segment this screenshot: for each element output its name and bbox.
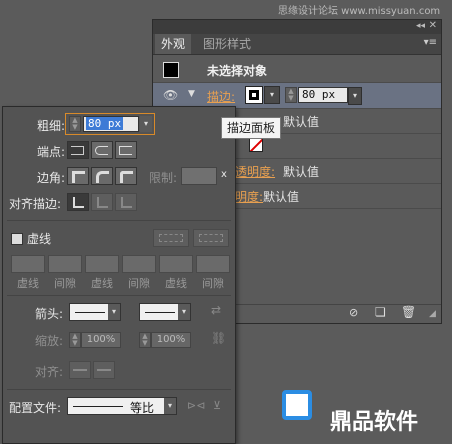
scale-start-stepper[interactable]: ▲ ▼ bbox=[69, 332, 81, 348]
gap-label: 间隙 bbox=[128, 277, 150, 290]
align-stroke-label: 对齐描边: bbox=[9, 197, 62, 211]
divider bbox=[7, 220, 231, 221]
no-fill-swatch[interactable] bbox=[249, 138, 263, 152]
scale-end-field[interactable]: 100% bbox=[151, 332, 191, 348]
row-value: 默认值 bbox=[283, 115, 320, 129]
weight-stepper[interactable]: ▲ ▼ bbox=[285, 87, 297, 103]
round-join-icon[interactable] bbox=[91, 167, 113, 185]
weight-input[interactable]: 80 px bbox=[83, 116, 139, 132]
preserve-dash-icon[interactable] bbox=[153, 229, 189, 247]
collapse-icon[interactable]: ◂◂ bbox=[416, 21, 425, 31]
close-icon[interactable]: ✕ bbox=[429, 20, 437, 31]
expand-triangle-icon[interactable]: ▼ bbox=[188, 89, 195, 99]
panel-titlebar: ◂◂ ✕ bbox=[153, 20, 441, 34]
tooltip: 描边面板 bbox=[221, 117, 282, 139]
weight-stepper[interactable]: ▲ ▼ bbox=[69, 116, 81, 132]
limit-suffix: x bbox=[221, 169, 227, 180]
align-inside-icon[interactable] bbox=[91, 193, 113, 211]
weight-label: 粗细: bbox=[37, 119, 66, 133]
miter-join-icon[interactable] bbox=[67, 167, 89, 185]
delete-item-icon[interactable]: 🗑 bbox=[401, 305, 416, 319]
opacity-label-link[interactable]: 明度: bbox=[235, 188, 263, 205]
flip-vertical-icon[interactable]: ⊻ bbox=[213, 399, 221, 412]
logo-icon bbox=[282, 390, 312, 420]
dash-field-1[interactable] bbox=[11, 255, 45, 273]
stroke-label-link[interactable]: 描边: bbox=[207, 88, 235, 105]
logo-text: 鼎品软件 bbox=[330, 410, 419, 435]
tab-graphic-styles[interactable]: 图形样式 bbox=[197, 34, 257, 54]
row-value: 默认值 bbox=[283, 165, 320, 179]
arrow-extend-icon[interactable] bbox=[69, 361, 91, 379]
limit-field[interactable] bbox=[181, 167, 217, 185]
bevel-join-icon[interactable] bbox=[115, 167, 137, 185]
title-row: 未选择对象 bbox=[153, 58, 441, 83]
scale-end-stepper[interactable]: ▲ ▼ bbox=[139, 332, 151, 348]
weight-value: 80 px bbox=[86, 117, 124, 130]
dash-label: 虚线 bbox=[165, 277, 187, 290]
corner-label: 边角: bbox=[37, 171, 66, 185]
cap-label: 端点: bbox=[37, 145, 66, 159]
dash-label: 虚线 bbox=[91, 277, 113, 290]
start-arrowhead-select[interactable]: ▾ bbox=[69, 303, 121, 321]
profile-label: 配置文件: bbox=[9, 401, 62, 415]
scale-start-field[interactable]: 100% bbox=[81, 332, 121, 348]
gap-field-3[interactable] bbox=[196, 255, 230, 273]
dropdown-arrow-icon: ▾ bbox=[108, 304, 120, 320]
stroke-panel: 粗细: ▲ ▼ 80 px ▾ 端点: 边角: 限制: x 对齐描边: 虚线 虚线… bbox=[2, 106, 236, 444]
tab-bar: 外观 图形样式 ▾≡ bbox=[153, 34, 441, 55]
link-scale-icon[interactable]: ⛓ bbox=[211, 331, 226, 345]
dashed-label: 虚线 bbox=[27, 232, 52, 246]
opacity-label-link[interactable]: 透明度: bbox=[235, 163, 275, 180]
align-outside-icon[interactable] bbox=[115, 193, 137, 211]
butt-cap-icon[interactable] bbox=[67, 141, 89, 159]
end-arrowhead-select[interactable]: ▾ bbox=[139, 303, 191, 321]
row-value: 默认值 bbox=[263, 190, 300, 204]
resize-grip-icon[interactable]: ◢ bbox=[429, 309, 436, 319]
align-dash-corners-icon[interactable] bbox=[193, 229, 229, 247]
panel-menu-icon[interactable]: ▾≡ bbox=[424, 37, 437, 48]
stroke-color-swatch[interactable] bbox=[245, 86, 263, 104]
profile-value: 等比 bbox=[130, 401, 155, 415]
object-swatch bbox=[163, 62, 179, 78]
arrowhead-label: 箭头: bbox=[35, 307, 64, 321]
clear-appearance-icon[interactable]: ⊘ bbox=[349, 306, 358, 319]
divider bbox=[7, 389, 231, 390]
gap-field-2[interactable] bbox=[122, 255, 156, 273]
arrow-place-icon[interactable] bbox=[93, 361, 115, 379]
weight-dropdown-icon[interactable]: ▾ bbox=[140, 116, 152, 132]
gap-label: 间隙 bbox=[54, 277, 76, 290]
align-center-icon[interactable] bbox=[67, 193, 89, 211]
limit-label: 限制: bbox=[149, 171, 178, 185]
watermark-text: 思缘设计论坛 www.missyuan.com bbox=[278, 6, 441, 17]
dropdown-arrow-icon: ▾ bbox=[178, 304, 190, 320]
page-title: 未选择对象 bbox=[207, 64, 268, 78]
dashed-checkbox[interactable] bbox=[11, 233, 23, 245]
dash-field-3[interactable] bbox=[159, 255, 193, 273]
eye-icon[interactable]: 👁 bbox=[163, 88, 178, 102]
divider bbox=[7, 295, 231, 296]
tab-appearance[interactable]: 外观 bbox=[155, 34, 192, 54]
duplicate-item-icon[interactable]: ❏ bbox=[375, 305, 386, 319]
projecting-cap-icon[interactable] bbox=[115, 141, 137, 159]
flip-horizontal-icon[interactable]: ⊳⊲ bbox=[187, 399, 205, 412]
profile-select[interactable]: 等比 ▾ bbox=[67, 397, 177, 415]
weight-dropdown-icon[interactable]: ▾ bbox=[348, 87, 362, 105]
align-arrow-label: 对齐: bbox=[35, 365, 64, 379]
dash-label: 虚线 bbox=[17, 277, 39, 290]
dash-field-2[interactable] bbox=[85, 255, 119, 273]
gap-label: 间隙 bbox=[202, 277, 224, 290]
dropdown-arrow-icon: ▾ bbox=[164, 398, 176, 414]
stroke-weight-field[interactable]: 80 px bbox=[298, 87, 348, 103]
round-cap-icon[interactable] bbox=[91, 141, 113, 159]
swap-arrowheads-icon[interactable]: ⇄ bbox=[211, 303, 221, 317]
gap-field-1[interactable] bbox=[48, 255, 82, 273]
swatch-dropdown-icon[interactable]: ▾ bbox=[264, 86, 280, 104]
scale-label: 缩放: bbox=[35, 334, 64, 348]
